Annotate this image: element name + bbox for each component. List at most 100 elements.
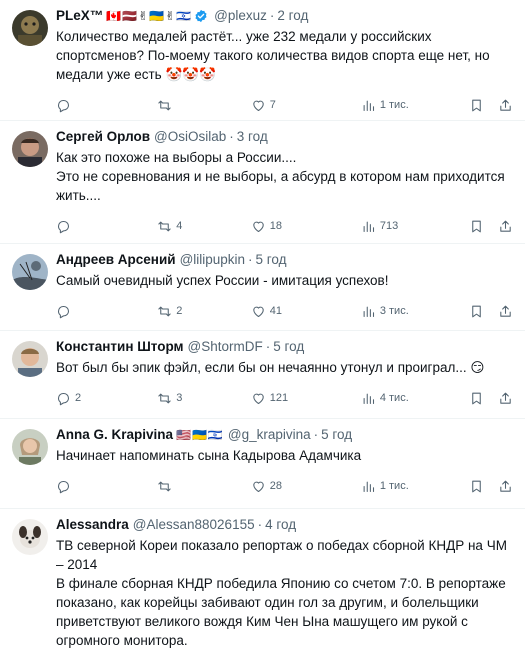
retweet-icon bbox=[158, 481, 171, 491]
views-button[interactable]: 713 bbox=[361, 219, 469, 234]
retweet-button[interactable] bbox=[157, 479, 250, 494]
views-chart-icon bbox=[363, 221, 374, 232]
avatar[interactable] bbox=[12, 341, 48, 377]
tweet-actions: 2 3 121 4 тис. bbox=[56, 383, 513, 413]
tweet-text: ТВ северной Кореи показало репортаж о по… bbox=[56, 538, 507, 648]
bookmark-icon bbox=[472, 305, 481, 317]
share-button[interactable] bbox=[498, 98, 513, 113]
retweet-button[interactable]: 4 bbox=[157, 219, 250, 234]
reply-icon bbox=[57, 220, 70, 233]
reply-icon bbox=[57, 305, 70, 318]
tweet-actions: 7 1 тис. bbox=[56, 90, 513, 120]
reply-button[interactable] bbox=[56, 304, 157, 319]
bookmark-icon bbox=[472, 392, 481, 404]
bookmark-button[interactable] bbox=[469, 219, 484, 234]
share-icon bbox=[500, 99, 511, 111]
tweet[interactable]: Сергей Орлов @OsiOsilab · 3 год Как это … bbox=[0, 121, 525, 244]
author-handle[interactable]: @plexuz bbox=[214, 6, 267, 26]
share-icon bbox=[500, 480, 511, 492]
avatar[interactable] bbox=[12, 519, 48, 555]
author-handle[interactable]: @g_krapivina bbox=[228, 425, 311, 445]
retweet-icon bbox=[158, 100, 171, 110]
tweet[interactable]: PLeX™ 🇨🇦🇱🇻✌🇺🇦✌🇮🇱 @plexuz · 2 год Количес… bbox=[0, 0, 525, 121]
tweet-text: Начинает напоминать сына Кадырова Адамчи… bbox=[56, 448, 362, 463]
retweet-button[interactable]: 2 bbox=[157, 304, 250, 319]
like-button[interactable]: 41 bbox=[251, 304, 361, 319]
bookmark-icon bbox=[472, 220, 481, 232]
retweet-icon bbox=[158, 393, 171, 403]
heart-icon bbox=[252, 306, 264, 317]
reply-button[interactable] bbox=[56, 219, 157, 234]
bookmark-button[interactable] bbox=[469, 479, 484, 494]
tweet-text: Количество медалей растёт... уже 232 мед… bbox=[56, 29, 490, 82]
timestamp[interactable]: 3 год bbox=[237, 127, 268, 147]
avatar[interactable] bbox=[12, 429, 48, 465]
reply-button[interactable] bbox=[56, 98, 157, 113]
tweet-text: Как это похоже на выборы а России.... Эт… bbox=[56, 150, 505, 203]
avatar[interactable] bbox=[12, 254, 48, 290]
reply-icon bbox=[57, 480, 70, 493]
author-name[interactable]: Сергей Орлов bbox=[56, 127, 150, 147]
retweet-icon bbox=[158, 306, 171, 316]
tweet[interactable]: Андреев Арсений @lilipupkin · 5 год Самы… bbox=[0, 244, 525, 331]
timestamp[interactable]: 5 год bbox=[256, 250, 287, 270]
share-icon bbox=[500, 305, 511, 317]
reply-button[interactable] bbox=[56, 479, 157, 494]
author-name[interactable]: Константин Шторм bbox=[56, 337, 184, 357]
bookmark-icon bbox=[472, 480, 481, 492]
name-flags: 🇺🇸🇺🇦🇮🇱 bbox=[176, 428, 224, 442]
share-button[interactable] bbox=[498, 391, 513, 406]
author-name[interactable]: Alessandra bbox=[56, 515, 129, 535]
views-button[interactable]: 4 тис. bbox=[361, 391, 469, 406]
tweet[interactable]: Anna G. Krapivina 🇺🇸🇺🇦🇮🇱 @g_krapivina · … bbox=[0, 419, 525, 509]
views-button[interactable]: 3 тис. bbox=[361, 304, 469, 319]
retweet-icon bbox=[158, 221, 171, 231]
views-chart-icon bbox=[363, 481, 374, 492]
views-button[interactable]: 1 тис. bbox=[361, 98, 469, 113]
tweet[interactable]: Константин Шторм @ShtormDF · 5 год Вот б… bbox=[0, 331, 525, 419]
reply-icon bbox=[57, 99, 70, 112]
heart-icon bbox=[252, 481, 264, 492]
heart-icon bbox=[252, 221, 264, 232]
author-name[interactable]: Anna G. Krapivina bbox=[56, 425, 173, 445]
like-button[interactable]: 28 bbox=[251, 479, 361, 494]
tweet-text: Самый очевидный успех России - имитация … bbox=[56, 273, 389, 288]
tweet-text: Вот был бы эпик фэйл, если бы он нечаянн… bbox=[56, 360, 485, 375]
verified-badge-icon bbox=[195, 9, 207, 23]
like-button[interactable]: 18 bbox=[251, 219, 361, 234]
heart-icon bbox=[252, 393, 264, 404]
timestamp[interactable]: 5 год bbox=[321, 425, 352, 445]
tweet-feed: PLeX™ 🇨🇦🇱🇻✌🇺🇦✌🇮🇱 @plexuz · 2 год Количес… bbox=[0, 0, 525, 668]
share-icon bbox=[500, 220, 511, 232]
views-chart-icon bbox=[363, 393, 374, 404]
like-button[interactable]: 7 bbox=[251, 98, 361, 113]
author-handle[interactable]: @Alessan88026155 bbox=[133, 515, 255, 535]
name-flags: 🇨🇦🇱🇻✌🇺🇦✌🇮🇱 bbox=[106, 9, 193, 23]
views-chart-icon bbox=[363, 306, 374, 317]
reply-button[interactable]: 2 bbox=[56, 391, 157, 406]
author-handle[interactable]: @ShtormDF bbox=[188, 337, 263, 357]
bookmark-button[interactable] bbox=[469, 391, 484, 406]
heart-icon bbox=[252, 100, 264, 111]
avatar[interactable] bbox=[12, 10, 48, 46]
bookmark-icon bbox=[472, 99, 481, 111]
like-button[interactable]: 121 bbox=[251, 391, 361, 406]
views-button[interactable]: 1 тис. bbox=[361, 479, 469, 494]
retweet-button[interactable]: 3 bbox=[157, 391, 250, 406]
author-name[interactable]: Андреев Арсений bbox=[56, 250, 176, 270]
author-name[interactable]: PLeX™ bbox=[56, 6, 103, 26]
bookmark-button[interactable] bbox=[469, 304, 484, 319]
retweet-button[interactable] bbox=[157, 98, 250, 113]
avatar[interactable] bbox=[12, 131, 48, 167]
author-handle[interactable]: @lilipupkin bbox=[180, 250, 245, 270]
timestamp[interactable]: 5 год bbox=[273, 337, 304, 357]
bookmark-button[interactable] bbox=[469, 98, 484, 113]
tweet[interactable]: Alessandra @Alessan88026155 · 4 год ТВ с… bbox=[0, 509, 525, 668]
timestamp[interactable]: 2 год bbox=[277, 6, 308, 26]
author-handle[interactable]: @OsiOsilab bbox=[154, 127, 226, 147]
tweet-actions: 28 1 тис. bbox=[56, 471, 513, 501]
timestamp[interactable]: 4 год bbox=[265, 515, 296, 535]
share-button[interactable] bbox=[498, 479, 513, 494]
share-button[interactable] bbox=[498, 304, 513, 319]
share-button[interactable] bbox=[498, 219, 513, 234]
